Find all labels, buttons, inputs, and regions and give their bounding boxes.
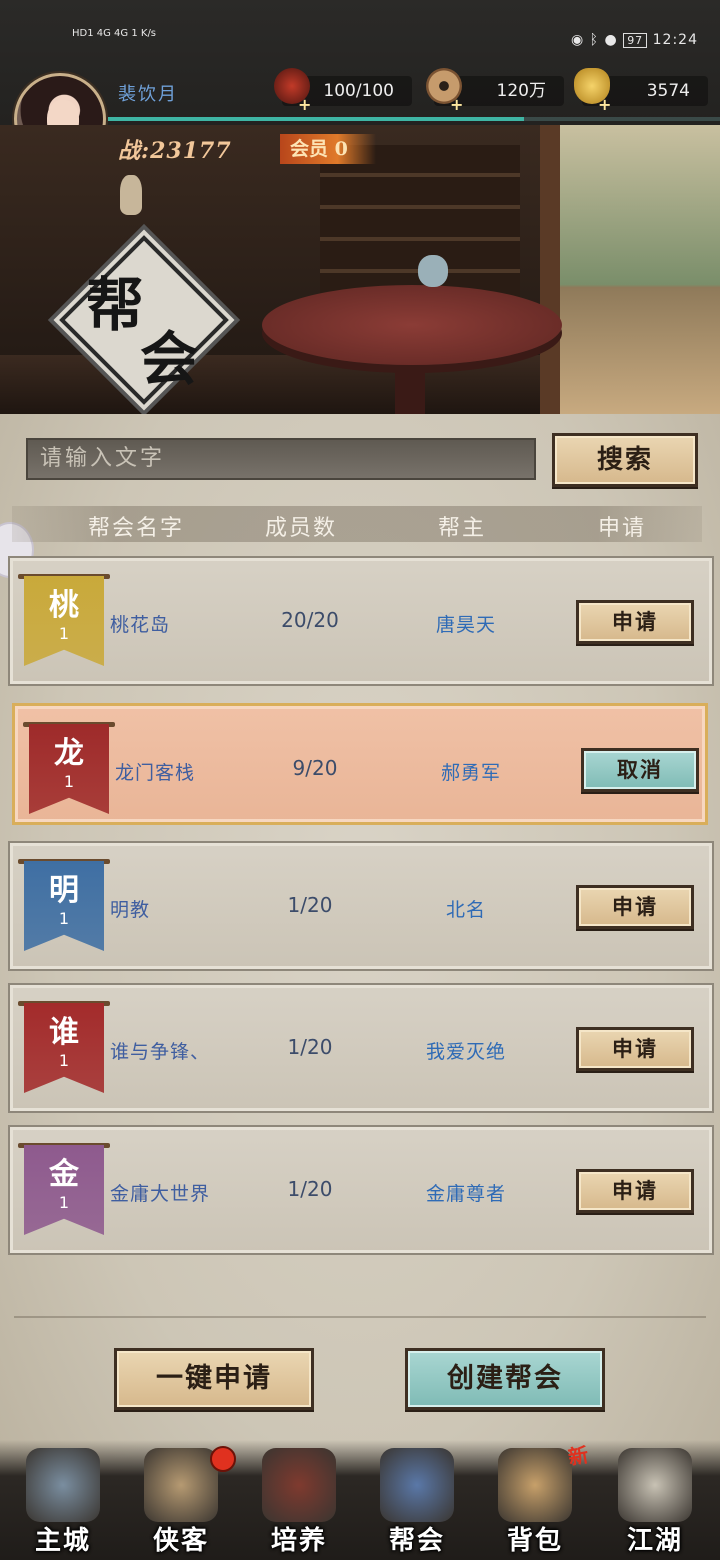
- add-stamina-icon[interactable]: +: [298, 90, 311, 120]
- guild-flag-char: 明: [49, 873, 79, 908]
- status-right: ◉ ᛒ ● 97 12:24: [571, 32, 698, 48]
- scene-statue: [120, 175, 142, 215]
- coin-value: 120万: [496, 81, 546, 101]
- coin-resource[interactable]: + 120万: [426, 68, 564, 114]
- add-coin-icon[interactable]: +: [450, 90, 463, 120]
- notification-dot: [210, 1446, 236, 1472]
- guild-level: 1: [58, 1051, 70, 1070]
- guild-flag-char: 金: [49, 1157, 79, 1192]
- battery-icon: 97: [623, 33, 648, 48]
- guild-level: 1: [58, 909, 70, 928]
- nav-label: 帮会: [388, 1526, 445, 1556]
- header-leader: 帮主: [438, 516, 487, 541]
- guild-title-char-1: 帮: [86, 271, 145, 339]
- guild-row[interactable]: 金 1 金庸大世界 1/20 金庸尊者 申请: [8, 1125, 714, 1255]
- table-header: 帮会名字 成员数 帮主 申请: [12, 506, 702, 542]
- nav-label: 江湖: [626, 1526, 683, 1556]
- status-bar: HD1 4G 4G 1 K/s ◉ ᛒ ● 97 12:24: [0, 28, 720, 56]
- apply-button[interactable]: 申请: [576, 1169, 694, 1213]
- header-apply: 申请: [598, 516, 647, 541]
- guild-name: 谁与争锋、: [110, 1041, 211, 1063]
- player-name: 裴饮月: [118, 84, 178, 105]
- guild-level: 1: [58, 624, 70, 643]
- guild-members: 9/20: [292, 756, 338, 780]
- add-gold-icon[interactable]: +: [598, 90, 611, 120]
- swordsman-icon: [144, 1448, 218, 1522]
- header-guild-name: 帮会名字: [88, 516, 185, 541]
- guild-scroll-icon: [380, 1448, 454, 1522]
- stamina-value: 100/100: [323, 81, 394, 101]
- cancel-application-button[interactable]: 取消: [581, 748, 699, 792]
- guild-flag-char: 桃: [49, 588, 79, 623]
- guild-name: 桃花岛: [110, 614, 171, 636]
- guild-leader: 北名: [445, 899, 486, 921]
- guild-level: 1: [58, 1193, 70, 1212]
- search-input[interactable]: 请输入文字: [26, 438, 536, 480]
- exp-bar: [108, 117, 720, 121]
- guild-row[interactable]: 桃 1 桃花岛 20/20 唐昊天 申请: [8, 556, 714, 686]
- nav-label: 主城: [34, 1526, 91, 1556]
- guild-flag-char: 龙: [54, 736, 84, 771]
- apply-button[interactable]: 申请: [576, 600, 694, 644]
- guild-row[interactable]: 明 1 明教 1/20 北名 申请: [8, 841, 714, 971]
- nav-item-3[interactable]: 帮会: [362, 1448, 472, 1560]
- guild-leader: 金庸尊者: [425, 1183, 506, 1205]
- guild-leader: 我爱灭绝: [425, 1041, 506, 1063]
- nav-item-0[interactable]: 主城: [8, 1448, 118, 1560]
- guild-name: 明教: [110, 899, 151, 921]
- eye-icon: ◉: [570, 32, 585, 48]
- nav-label: 侠客: [152, 1526, 209, 1556]
- city-gate-icon: [26, 1448, 100, 1522]
- guild-members: 1/20: [287, 1177, 333, 1201]
- guild-level: 1: [63, 772, 75, 791]
- network-status: HD1 4G 4G 1 K/s: [72, 28, 157, 39]
- guild-row[interactable]: 龙 1 龙门客栈 9/20 郝勇军 取消: [12, 703, 708, 825]
- apply-button[interactable]: 申请: [576, 885, 694, 929]
- guild-members: 1/20: [287, 893, 333, 917]
- nav-item-2[interactable]: 培养: [244, 1448, 354, 1560]
- combat-power: 战:23177: [118, 138, 232, 164]
- map-scroll-icon: [618, 1448, 692, 1522]
- guild-leader: 郝勇军: [440, 762, 501, 784]
- apply-button[interactable]: 申请: [576, 1027, 694, 1071]
- bluetooth-icon: ᛒ: [589, 32, 600, 48]
- guild-title-char-2: 会: [140, 325, 199, 393]
- divider: [14, 1316, 706, 1318]
- bag-icon: [498, 1448, 572, 1522]
- gold-resource[interactable]: + 3574: [574, 68, 708, 114]
- guild-leader: 唐昊天: [435, 614, 496, 636]
- header-members: 成员数: [265, 516, 338, 541]
- training-icon: [262, 1448, 336, 1522]
- scene-window: [560, 125, 720, 415]
- guild-name: 金庸大世界: [110, 1183, 211, 1205]
- scene-teapot: [418, 255, 448, 287]
- one-key-apply-button[interactable]: 一键申请: [114, 1348, 314, 1410]
- clock: 12:24: [652, 32, 698, 48]
- stamina-resource[interactable]: + 100/100: [274, 68, 412, 114]
- nav-label: 背包: [506, 1526, 563, 1556]
- guild-name: 龙门客栈: [115, 762, 196, 784]
- scene-table-leg: [395, 360, 425, 415]
- guild-flag-char: 谁: [49, 1015, 79, 1050]
- create-guild-button[interactable]: 创建帮会: [405, 1348, 605, 1410]
- guild-members: 1/20: [287, 1035, 333, 1059]
- location-icon: ●: [604, 32, 618, 48]
- gold-value: 3574: [646, 81, 690, 101]
- nav-label: 培养: [270, 1526, 327, 1556]
- guild-members: 20/20: [281, 608, 339, 632]
- search-button[interactable]: 搜索: [552, 433, 698, 487]
- scene-table: [262, 285, 562, 365]
- exp-bar-fill: [108, 117, 525, 121]
- nav-item-5[interactable]: 江湖: [600, 1448, 710, 1560]
- guild-row[interactable]: 谁 1 谁与争锋、 1/20 我爱灭绝 申请: [8, 983, 714, 1113]
- vip-badge[interactable]: 会员 0: [280, 134, 376, 164]
- top-bar: [0, 0, 720, 125]
